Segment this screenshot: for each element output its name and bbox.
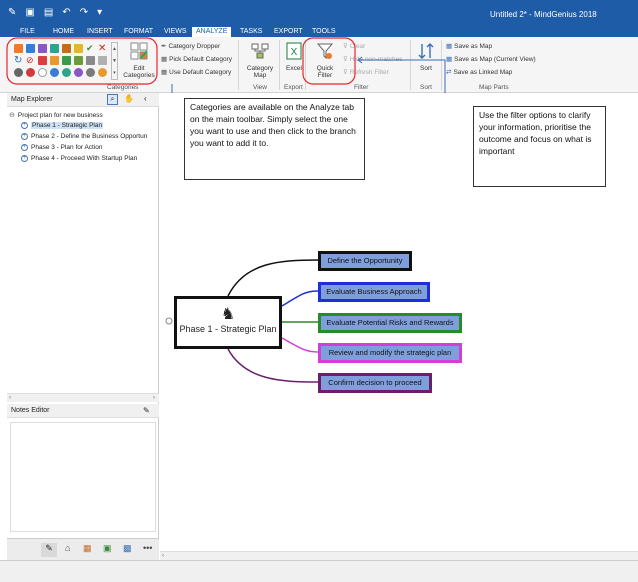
branch-evaluate-business-approach[interactable]: Evaluate Business Approach [318, 282, 430, 302]
branch-evaluate-risks-rewards[interactable]: Evaluate Potential Risks and Rewards [318, 313, 462, 333]
scroll-left-icon[interactable]: ‹ [162, 552, 164, 560]
collapse-node-icon[interactable] [165, 317, 173, 325]
branch-review-strategic-plan[interactable]: Review and modify the strategic plan [318, 343, 462, 363]
branch-confirm-decision[interactable]: Confirm decision to proceed [318, 373, 432, 393]
canvas-horizontal-scrollbar[interactable]: ‹ [160, 551, 638, 560]
branch-line-5 [227, 348, 319, 383]
branch-define-opportunity[interactable]: Define the Opportunity [318, 251, 412, 271]
branch-line-4 [281, 337, 319, 353]
central-topic[interactable]: ♞ Phase 1 - Strategic Plan [174, 296, 282, 349]
branch-line-2 [281, 290, 319, 307]
status-bar [0, 560, 638, 582]
chess-knight-icon: ♞ [220, 306, 236, 323]
branch-line-1 [227, 259, 319, 297]
